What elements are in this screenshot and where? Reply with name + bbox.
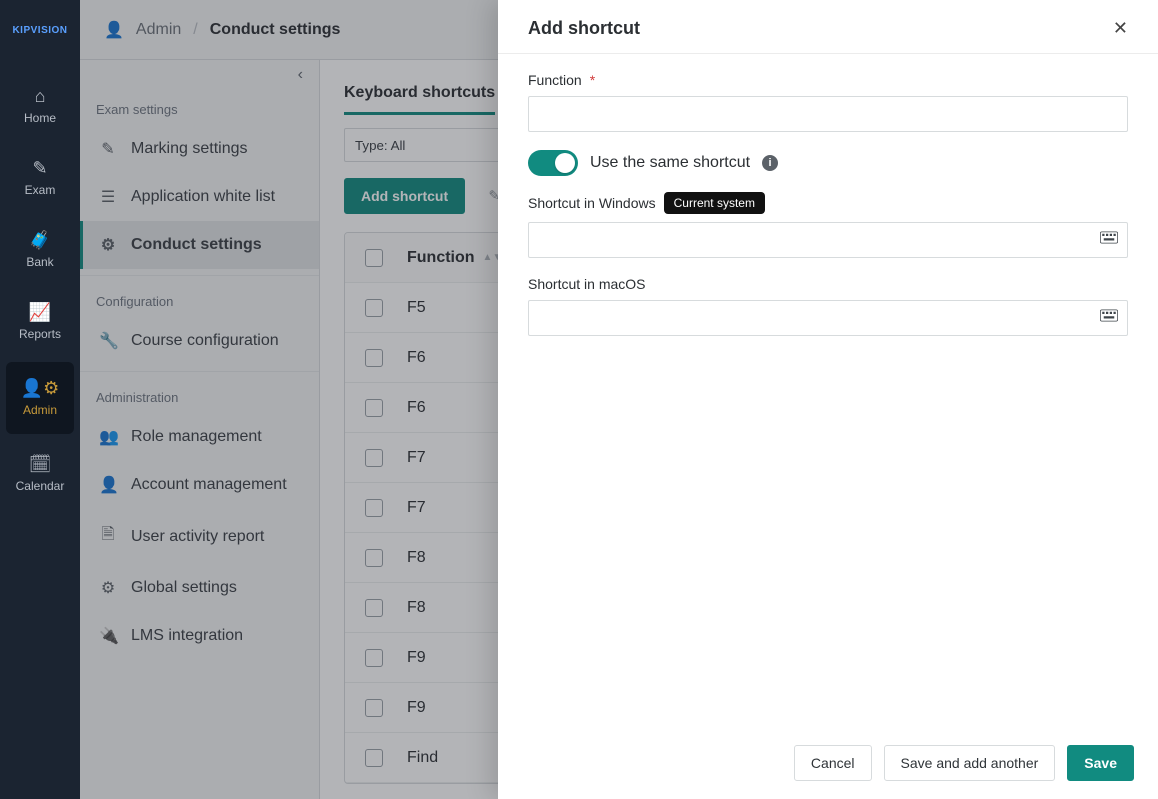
macos-shortcut-input[interactable] xyxy=(528,300,1128,336)
add-shortcut-drawer: Add shortcut ✕ Function * Use the same s… xyxy=(498,0,1158,799)
save-button[interactable]: Save xyxy=(1067,745,1134,781)
function-input[interactable] xyxy=(528,96,1128,132)
nav-home[interactable]: ⌂ Home xyxy=(0,70,80,142)
primary-nav: ⌂ Home ✎ Exam 🧳 Bank 📈 Reports 👤⚙ Admin … xyxy=(0,70,80,510)
nav-label: Calendar xyxy=(16,479,65,493)
pencil-icon: ✎ xyxy=(32,159,47,177)
nav-calendar[interactable]: 🗓 Calendar xyxy=(0,438,80,510)
nav-label: Exam xyxy=(25,183,56,197)
windows-shortcut-input[interactable] xyxy=(528,222,1128,258)
left-rail: KIPVISION ⌂ Home ✎ Exam 🧳 Bank 📈 Reports… xyxy=(0,0,80,799)
nav-reports[interactable]: 📈 Reports xyxy=(0,286,80,358)
main: 👤 Admin / Conduct settings ‹ Exam settin… xyxy=(80,0,1158,799)
brand-logo: KIPVISION xyxy=(0,0,80,60)
current-system-badge: Current system xyxy=(664,192,765,214)
keyboard-icon[interactable] xyxy=(1100,231,1118,250)
user-gear-icon: 👤⚙ xyxy=(21,379,60,397)
calendar-icon: 🗓 xyxy=(29,455,52,473)
windows-shortcut-field: Shortcut in Windows Current system xyxy=(528,192,1128,258)
nav-bank[interactable]: 🧳 Bank xyxy=(0,214,80,286)
drawer-body: Function * Use the same shortcut i Short… xyxy=(498,54,1158,731)
drawer-footer: Cancel Save and add another Save xyxy=(498,731,1158,799)
same-shortcut-label: Use the same shortcut xyxy=(590,154,750,172)
nav-label: Admin xyxy=(23,403,57,417)
drawer-title: Add shortcut xyxy=(528,18,640,39)
keyboard-icon[interactable] xyxy=(1100,309,1118,328)
toggle-knob xyxy=(555,153,575,173)
required-indicator: * xyxy=(590,72,595,88)
macos-shortcut-field: Shortcut in macOS xyxy=(528,276,1128,336)
windows-label: Shortcut in Windows xyxy=(528,195,656,211)
macos-label: Shortcut in macOS xyxy=(528,276,646,292)
function-field: Function * xyxy=(528,72,1128,132)
cancel-button[interactable]: Cancel xyxy=(794,745,872,781)
drawer-header: Add shortcut ✕ xyxy=(498,0,1158,54)
close-icon[interactable]: ✕ xyxy=(1113,18,1128,39)
same-shortcut-switch: Use the same shortcut i xyxy=(528,150,1128,176)
same-shortcut-toggle[interactable] xyxy=(528,150,578,176)
briefcase-icon: 🧳 xyxy=(29,231,51,249)
function-label: Function xyxy=(528,72,582,88)
home-icon: ⌂ xyxy=(35,87,46,105)
chart-icon: 📈 xyxy=(29,303,51,321)
save-and-add-another-button[interactable]: Save and add another xyxy=(884,745,1056,781)
nav-label: Bank xyxy=(26,255,53,269)
nav-label: Reports xyxy=(19,327,61,341)
nav-exam[interactable]: ✎ Exam xyxy=(0,142,80,214)
info-icon[interactable]: i xyxy=(762,155,778,171)
nav-admin[interactable]: 👤⚙ Admin xyxy=(6,362,74,434)
nav-label: Home xyxy=(24,111,56,125)
